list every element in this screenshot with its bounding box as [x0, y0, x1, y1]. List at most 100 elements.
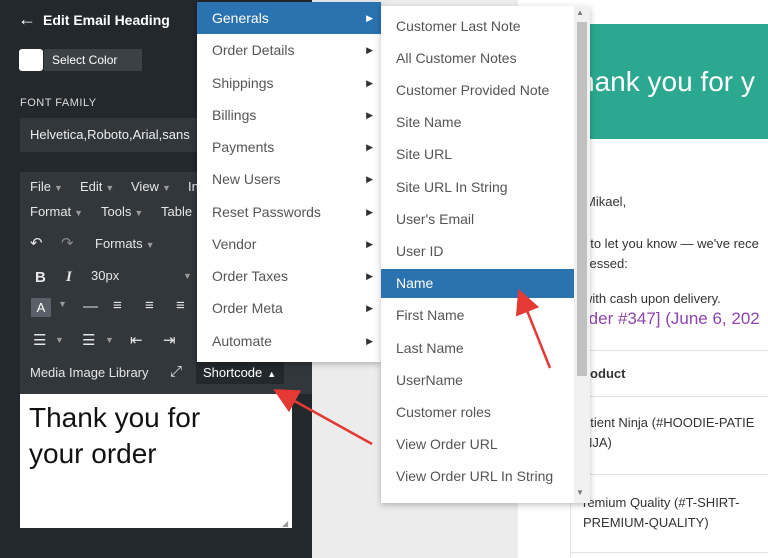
menu-item-shippings[interactable]: Shippings ▶: [197, 67, 381, 99]
menu-item-label: Reset Passwords: [212, 204, 321, 220]
numbered-list-icon[interactable]: ☰: [82, 331, 95, 349]
caret-down-icon: ▼: [105, 183, 115, 193]
redo-icon[interactable]: ↷: [61, 234, 74, 252]
caret-right-icon: ▶: [366, 239, 373, 249]
menu-table[interactable]: Table: [161, 204, 192, 219]
media-image-library-button[interactable]: Media Image Library: [30, 365, 149, 380]
caret-right-icon: ▶: [366, 174, 373, 184]
arrow-left-icon[interactable]: ←: [18, 9, 36, 30]
menu-item-label: Order Meta: [212, 300, 283, 316]
email-banner: hank you for y: [571, 24, 768, 139]
horizontal-rule-icon[interactable]: —: [83, 298, 98, 315]
shortcode-category-menu: Generals ▶ Order Details ▶ Shippings ▶ Bill…: [197, 2, 381, 362]
bullet-list-icon[interactable]: ☰: [33, 331, 46, 349]
caret-right-icon: ▶: [366, 78, 373, 88]
submenu-item-site-name[interactable]: Site Name: [381, 108, 574, 137]
menu-item-payments[interactable]: Payments ▶: [197, 131, 381, 163]
menu-item-new-users[interactable]: New Users ▶: [197, 163, 381, 195]
order-link[interactable]: rder #347] (June 6, 202: [583, 309, 760, 329]
resize-handle-icon[interactable]: ◢: [282, 519, 288, 528]
menu-file[interactable]: File ▼: [30, 179, 63, 194]
indent-icon[interactable]: ⇥: [163, 331, 176, 349]
submenu-item-customer-roles[interactable]: Customer roles: [381, 398, 574, 427]
menu-item-order-taxes[interactable]: Order Taxes ▶: [197, 260, 381, 292]
select-color-button[interactable]: Select Color: [44, 49, 142, 71]
menu-view[interactable]: View ▼: [131, 179, 171, 194]
caret-down-icon: ▼: [74, 208, 84, 218]
align-left-icon[interactable]: ≡: [113, 297, 122, 314]
menu-file-label: File: [30, 179, 51, 194]
submenu-item-all-customer-notes[interactable]: All Customer Notes: [381, 44, 574, 73]
table-top-border: [571, 350, 768, 351]
submenu-item-users-email[interactable]: User's Email: [381, 205, 574, 234]
submenu-scrollbar-thumb[interactable]: [577, 22, 587, 376]
submenu-item-view-order-url-in-string[interactable]: View Order URL In String: [381, 462, 574, 491]
table-row-2-line-1: remium Quality (#T-SHIRT-: [583, 495, 740, 510]
italic-button[interactable]: I: [66, 269, 72, 286]
formats-dropdown[interactable]: Formats ▼: [95, 236, 155, 251]
caret-down-icon[interactable]: ▼: [55, 335, 64, 345]
menu-item-automate[interactable]: Automate ▶: [197, 325, 381, 357]
submenu-item-username[interactable]: UserName: [381, 366, 574, 395]
menu-item-order-meta[interactable]: Order Meta ▶: [197, 292, 381, 324]
submenu-item-user-id[interactable]: User ID: [381, 237, 574, 266]
menu-item-generals[interactable]: Generals ▶: [197, 2, 381, 34]
submenu-item-site-url-in-string[interactable]: Site URL In String: [381, 173, 574, 202]
submenu-item-first-name[interactable]: First Name: [381, 301, 574, 330]
email-preview: hank you for y Mikael, t to let you know…: [570, 12, 768, 558]
scroll-up-icon[interactable]: ▲: [576, 8, 584, 17]
table-header-product: roduct: [585, 366, 626, 381]
menu-item-order-details[interactable]: Order Details ▶: [197, 34, 381, 66]
menu-item-label: Order Details: [212, 42, 295, 58]
email-line-1: t to let you know — we've rece: [583, 236, 759, 251]
font-size-value: 30px: [91, 268, 120, 283]
submenu-item-last-name[interactable]: Last Name: [381, 334, 574, 363]
content-line-1: Thank you for: [29, 402, 201, 433]
fullscreen-icon[interactable]: ⤢: [170, 363, 182, 380]
caret-down-icon: ▼: [53, 183, 63, 193]
menu-tools[interactable]: Tools ▼: [101, 204, 143, 219]
caret-down-icon[interactable]: ▼: [105, 335, 114, 345]
color-swatch[interactable]: [19, 49, 43, 71]
submenu-item-site-url[interactable]: Site URL: [381, 140, 574, 169]
submenu-item-name[interactable]: Name: [381, 269, 574, 298]
menu-table-label: Table: [161, 204, 193, 219]
submenu-item-customer-last-note[interactable]: Customer Last Note: [381, 12, 574, 41]
font-size-select[interactable]: 30px ▼: [91, 268, 192, 283]
menu-tools-label: Tools: [101, 204, 132, 219]
text-color-button[interactable]: A: [31, 298, 51, 317]
panel-title: Edit Email Heading: [43, 12, 170, 28]
generals-submenu: Customer Last Note All Customer Notes Cu…: [381, 6, 590, 503]
submenu-item-customer-provided-note[interactable]: Customer Provided Note: [381, 76, 574, 105]
menu-item-label: Automate: [212, 333, 272, 349]
caret-right-icon: ▶: [366, 142, 373, 152]
content-line-2: your order: [29, 438, 157, 469]
align-right-icon[interactable]: ≡: [176, 297, 185, 314]
outdent-icon[interactable]: ⇤: [130, 331, 143, 349]
menu-edit[interactable]: Edit ▼: [80, 179, 114, 194]
menu-format-label: Format: [30, 204, 72, 219]
font-family-label: FONT FAMILY: [20, 97, 97, 109]
undo-icon[interactable]: ↶: [30, 234, 43, 252]
caret-down-icon[interactable]: ▼: [58, 299, 67, 309]
menu-item-billings[interactable]: Billings ▶: [197, 99, 381, 131]
formats-label: Formats: [95, 236, 143, 251]
menu-format[interactable]: Format ▼: [30, 204, 83, 219]
shortcode-button[interactable]: Shortcode ▲: [196, 362, 284, 384]
caret-up-icon: ▲: [267, 369, 277, 379]
scroll-down-icon[interactable]: ▼: [576, 488, 584, 497]
editor-content-area[interactable]: Thank you for your order: [20, 394, 292, 528]
caret-right-icon: ▶: [366, 13, 373, 23]
table-row-border: [571, 474, 768, 475]
caret-right-icon: ▶: [366, 110, 373, 120]
bold-button[interactable]: B: [35, 269, 46, 286]
submenu-item-view-order-url[interactable]: View Order URL: [381, 430, 574, 459]
align-center-icon[interactable]: ≡: [145, 297, 154, 314]
caret-right-icon: ▶: [366, 271, 373, 281]
menu-item-label: Order Taxes: [212, 268, 288, 284]
menu-item-reset-passwords[interactable]: Reset Passwords ▶: [197, 196, 381, 228]
menu-item-label: Vendor: [212, 236, 257, 252]
caret-down-icon: ▼: [145, 240, 155, 250]
caret-right-icon: ▶: [366, 207, 373, 217]
menu-item-vendor[interactable]: Vendor ▶: [197, 228, 381, 260]
